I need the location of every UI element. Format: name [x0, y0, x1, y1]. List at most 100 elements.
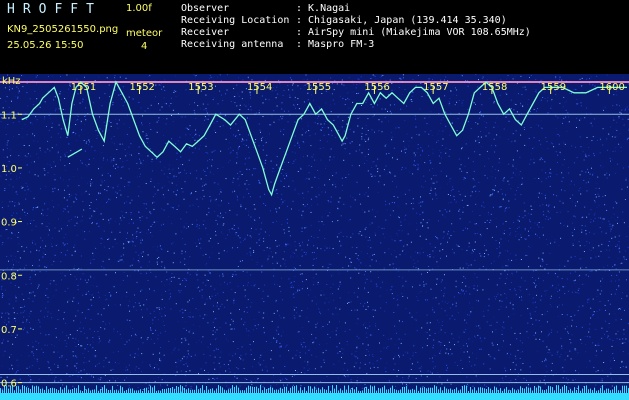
noise-pixel	[64, 119, 66, 121]
noise-pixel	[528, 137, 530, 139]
noise-pixel	[17, 365, 19, 366]
noise-pixel	[243, 104, 245, 106]
noise-pixel	[209, 272, 211, 274]
noise-pixel	[10, 238, 12, 239]
noise-pixel	[138, 367, 140, 369]
noise-pixel	[313, 281, 315, 283]
noise-pixel	[550, 242, 551, 244]
location-value: : Chigasaki, Japan (139.414 35.340)	[296, 15, 507, 26]
noise-pixel	[365, 327, 367, 329]
noise-pixel	[316, 385, 317, 387]
noise-pixel	[52, 75, 54, 77]
noise-pixel	[89, 328, 91, 330]
noise-pixel	[205, 253, 207, 255]
noise-pixel	[185, 127, 187, 129]
noise-pixel	[199, 242, 201, 244]
noise-pixel	[574, 216, 576, 218]
noise-pixel	[622, 211, 624, 213]
noise-pixel	[476, 276, 478, 278]
noise-pixel	[0, 235, 2, 237]
noise-pixel	[128, 387, 130, 389]
noise-pixel	[417, 361, 419, 363]
noise-pixel	[468, 246, 470, 248]
noise-pixel	[357, 125, 359, 127]
noise-pixel	[603, 109, 604, 111]
noise-pixel	[329, 156, 331, 158]
noise-pixel	[531, 209, 533, 210]
noise-pixel	[408, 189, 410, 191]
noise-pixel	[156, 121, 158, 123]
noise-pixel	[276, 208, 278, 210]
noise-pixel	[112, 330, 114, 332]
noise-pixel	[26, 83, 28, 84]
noise-pixel	[262, 317, 264, 319]
noise-pixel	[622, 167, 624, 169]
noise-pixel	[196, 275, 198, 276]
noise-pixel	[60, 136, 62, 138]
noise-pixel	[372, 316, 374, 318]
noise-pixel	[441, 300, 443, 302]
noise-pixel	[572, 243, 574, 245]
noise-pixel	[609, 225, 611, 227]
noise-pixel	[4, 190, 6, 191]
noise-pixel	[132, 98, 134, 100]
noise-pixel	[564, 265, 566, 267]
noise-pixel	[63, 179, 64, 181]
noise-pixel	[500, 206, 502, 207]
noise-pixel	[264, 231, 266, 233]
noise-pixel	[183, 278, 185, 279]
noise-pixel	[211, 165, 213, 167]
noise-pixel	[472, 385, 474, 387]
noise-pixel	[386, 362, 388, 364]
noise-pixel	[361, 250, 362, 252]
noise-pixel	[547, 219, 549, 220]
noise-pixel	[410, 203, 412, 204]
noise-pixel	[530, 227, 532, 229]
noise-pixel	[395, 256, 397, 258]
noise-pixel	[218, 258, 220, 260]
noise-pixel	[216, 337, 217, 339]
noise-pixel	[88, 279, 89, 281]
noise-pixel	[340, 215, 342, 217]
noise-pixel	[533, 162, 535, 164]
noise-pixel	[609, 323, 611, 325]
noise-pixel	[331, 275, 333, 277]
noise-pixel	[544, 268, 546, 270]
noise-pixel	[310, 198, 312, 200]
noise-pixel	[420, 375, 422, 377]
noise-pixel	[369, 362, 371, 364]
noise-pixel	[91, 215, 93, 217]
noise-pixel	[192, 332, 194, 334]
noise-pixel	[378, 100, 379, 102]
noise-pixel	[132, 237, 134, 239]
noise-pixel	[514, 198, 516, 200]
noise-pixel	[533, 146, 535, 148]
noise-pixel	[90, 319, 92, 320]
noise-pixel	[415, 267, 417, 269]
noise-pixel	[619, 111, 621, 113]
noise-pixel	[125, 377, 127, 379]
noise-pixel	[57, 366, 59, 368]
noise-pixel	[100, 314, 102, 316]
noise-pixel	[312, 342, 314, 344]
noise-pixel	[166, 118, 168, 120]
noise-pixel	[335, 172, 337, 174]
noise-pixel	[449, 134, 451, 136]
noise-pixel	[403, 381, 405, 382]
noise-pixel	[432, 152, 434, 154]
noise-pixel	[294, 245, 296, 247]
noise-pixel	[551, 285, 553, 287]
noise-pixel	[84, 192, 86, 194]
noise-pixel	[417, 164, 419, 166]
noise-pixel	[544, 290, 546, 292]
noise-pixel	[84, 164, 86, 165]
noise-pixel	[240, 318, 242, 320]
noise-pixel	[62, 109, 64, 110]
noise-pixel	[138, 101, 140, 103]
noise-pixel	[393, 298, 395, 299]
noise-pixel	[234, 271, 236, 273]
noise-pixel	[608, 313, 610, 315]
noise-pixel	[497, 294, 499, 295]
noise-pixel	[32, 300, 34, 302]
noise-pixel	[613, 94, 615, 96]
